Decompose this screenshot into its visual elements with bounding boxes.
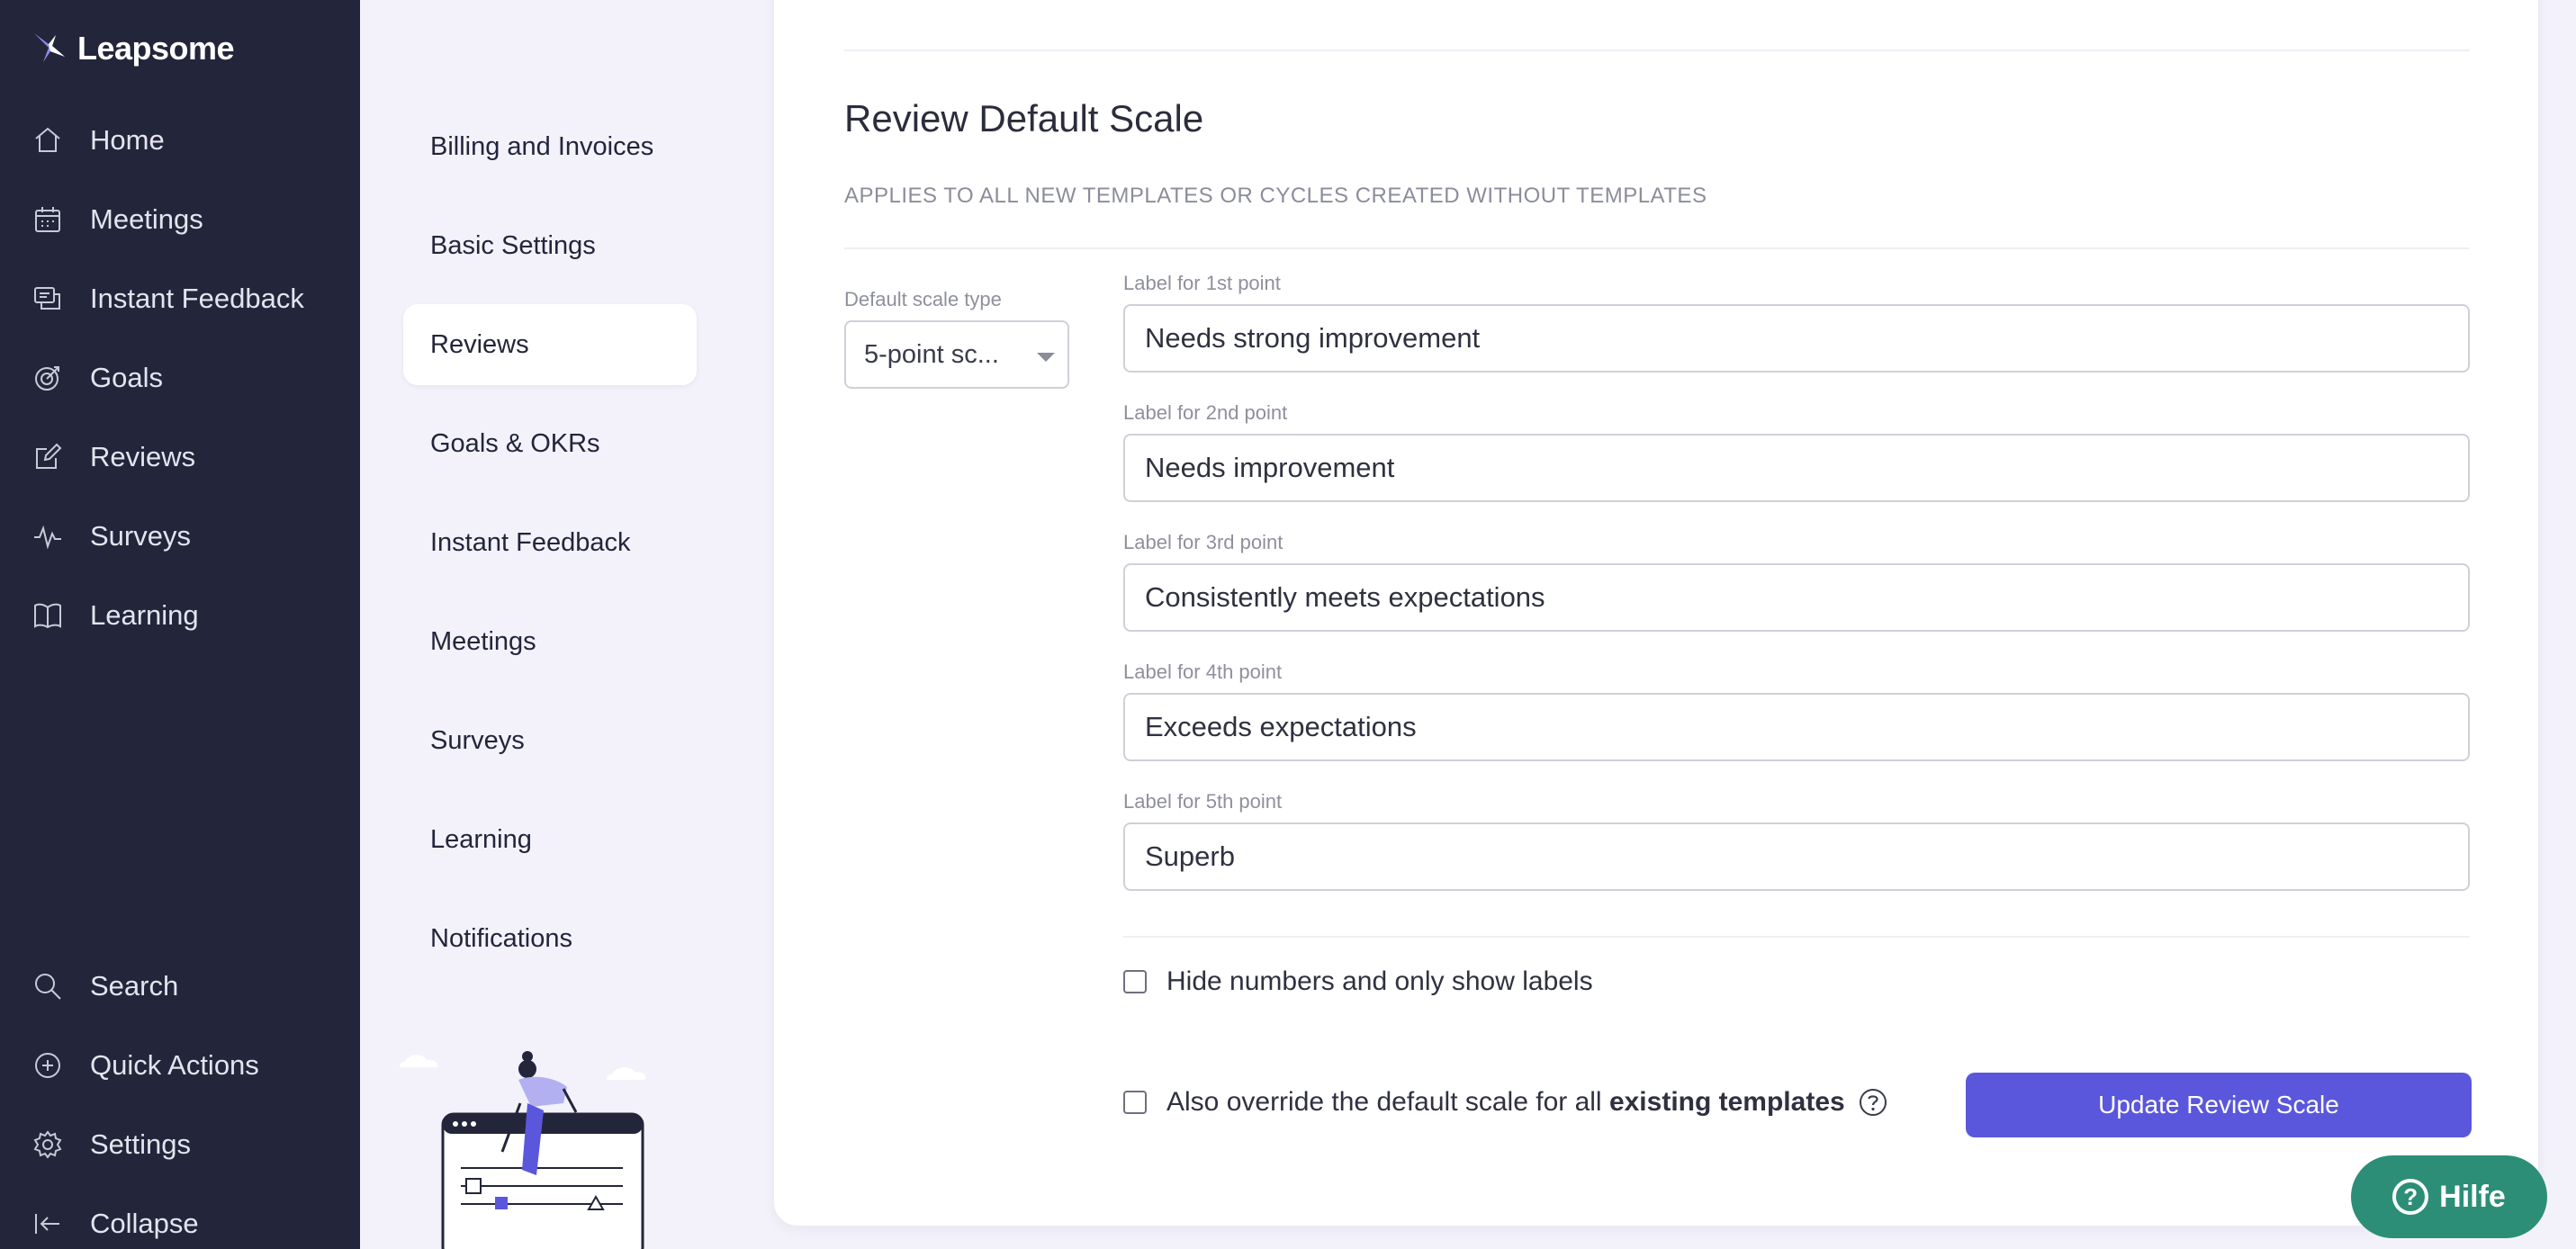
settings-item-billing[interactable]: Billing and Invoices (403, 106, 697, 187)
nav-item-label: Instant Feedback (90, 283, 304, 314)
section-title: Review Default Scale (844, 97, 1204, 139)
scale-type-label: Default scale type (844, 288, 1002, 310)
point-2-input[interactable] (1123, 434, 2470, 502)
nav-item-label: Home (90, 124, 165, 156)
settings-item-meetings[interactable]: Meetings (403, 601, 697, 682)
brand-logo[interactable]: Leapsome (32, 27, 235, 70)
point-1-label: Label for 1st point (1123, 272, 1281, 294)
point-5-input[interactable] (1123, 822, 2470, 891)
edit-icon (36, 443, 62, 469)
chat-icon (34, 287, 60, 310)
point-2-label: Label for 2nd point (1123, 401, 1288, 424)
chevron-down-icon (1037, 353, 1055, 362)
override-label-bold: existing templates (1608, 1087, 1845, 1117)
section-divider (844, 247, 2470, 249)
nav-item-label: Reviews (90, 441, 196, 472)
nav-item-instant-feedback[interactable]: Instant Feedback (32, 272, 304, 326)
scale-type-select[interactable]: 5-point sc... (844, 320, 1069, 389)
override-templates-label: Also override the default scale for all … (1166, 1087, 1845, 1118)
collapse-icon (35, 1214, 59, 1234)
settings-item-basic[interactable]: Basic Settings (403, 205, 697, 286)
nav-item-label: Search (90, 970, 179, 1002)
nav-item-home[interactable]: Home (32, 113, 165, 167)
update-review-scale-button[interactable]: Update Review Scale (1966, 1073, 2472, 1137)
leapsome-logo-icon (34, 33, 65, 62)
nav-item-label: Surveys (90, 520, 191, 552)
nav-item-learning[interactable]: Learning (32, 589, 199, 642)
settings-item-learning[interactable]: Learning (403, 799, 697, 880)
point-3-label: Label for 3rd point (1123, 531, 1283, 553)
main-navigation: Leapsome Home Meetings Instant Feedback … (0, 0, 360, 1249)
brand-name: Leapsome (77, 30, 235, 67)
hide-numbers-checkbox[interactable] (1123, 970, 1147, 993)
override-templates-option: Also override the default scale for all … (1123, 1087, 1845, 1118)
help-label: Hilfe (2439, 1179, 2506, 1214)
nav-item-collapse[interactable]: Collapse (32, 1197, 199, 1249)
plus-circle-icon (35, 1053, 60, 1078)
target-icon (35, 366, 59, 391)
book-icon (34, 603, 61, 629)
nav-item-surveys[interactable]: Surveys (32, 509, 191, 563)
nav-item-label: Settings (90, 1128, 192, 1160)
nav-item-settings[interactable]: Settings (32, 1118, 191, 1172)
nav-item-search[interactable]: Search (32, 959, 178, 1013)
section-divider (844, 49, 2470, 51)
hide-numbers-label: Hide numbers and only show labels (1166, 966, 1593, 996)
nav-item-meetings[interactable]: Meetings (32, 193, 203, 247)
point-4-input[interactable] (1123, 693, 2470, 761)
settings-item-notifications[interactable]: Notifications (403, 898, 697, 979)
nav-item-label: Collapse (90, 1208, 199, 1239)
point-4-label: Label for 4th point (1123, 660, 1283, 683)
nav-item-quick-actions[interactable]: Quick Actions (32, 1038, 259, 1092)
nav-item-label: Quick Actions (90, 1049, 259, 1081)
gear-icon (33, 1130, 62, 1159)
point-3-input[interactable] (1123, 563, 2470, 632)
override-label-text: Also override the default scale for all (1166, 1087, 1602, 1117)
scale-type-value: 5-point sc... (864, 339, 999, 369)
settings-item-reviews[interactable]: Reviews (403, 304, 697, 385)
nav-item-goals[interactable]: Goals (32, 351, 163, 405)
section-subtitle: APPLIES TO ALL NEW TEMPLATES OR CYCLES C… (844, 184, 1707, 208)
pulse-icon (34, 525, 61, 550)
question-circle-icon[interactable] (1858, 1087, 1888, 1118)
settings-item-surveys[interactable]: Surveys (403, 700, 697, 781)
settings-item-goals-okrs[interactable]: Goals & OKRs (403, 403, 697, 484)
override-templates-checkbox[interactable] (1123, 1091, 1147, 1114)
nav-item-label: Learning (90, 599, 199, 631)
section-divider (1123, 936, 2470, 938)
nav-item-label: Goals (90, 362, 163, 393)
search-icon (35, 974, 61, 1000)
help-question-icon: ? (2392, 1179, 2429, 1215)
point-1-input[interactable] (1123, 304, 2470, 373)
help-button[interactable]: ? Hilfe (2351, 1155, 2547, 1238)
point-5-label: Label for 5th point (1123, 790, 1283, 813)
hide-numbers-option: Hide numbers and only show labels (1123, 966, 1593, 997)
home-icon (35, 127, 60, 152)
calendar-icon (35, 207, 60, 232)
nav-item-label: Meetings (90, 203, 203, 235)
settings-illustration (399, 1051, 646, 1249)
settings-item-instant-feedback[interactable]: Instant Feedback (403, 502, 697, 583)
nav-item-reviews[interactable]: Reviews (32, 430, 195, 484)
